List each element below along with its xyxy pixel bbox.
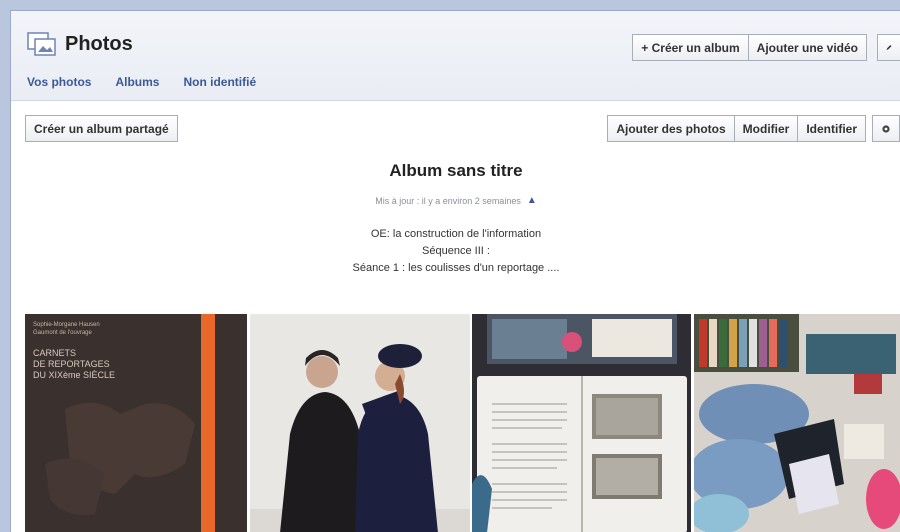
album-description: OE: la construction de l'information Séq… (11, 226, 900, 277)
create-shared-album-button[interactable]: Créer un album partagé (25, 115, 178, 142)
settings-button[interactable] (872, 115, 900, 142)
album-updated: Mis à jour : il y a environ 2 semaines ▲ (11, 195, 900, 206)
tab-untagged[interactable]: Non identifié (183, 75, 256, 89)
photos-icon (27, 32, 56, 56)
page-title: Photos (27, 31, 133, 57)
photos-header: Photos + Créer un album Ajouter une vidé… (11, 11, 900, 101)
add-video-button[interactable]: Ajouter une vidéo (748, 34, 867, 61)
audience-icon[interactable]: ▲ (527, 195, 537, 206)
svg-text:Sophie-Morgane Hausen: Sophie-Morgane Hausen (33, 322, 100, 328)
album-actions: Ajouter des photos Modifier Identifier (607, 115, 900, 142)
album-description-line: Séance 1 : les coulisses d'un reportage … (352, 262, 560, 274)
photos-page: Photos + Créer un album Ajouter une vidé… (10, 10, 900, 532)
album-description-line: Séquence III : (422, 245, 490, 257)
page-title-text: Photos (65, 32, 133, 55)
album-title: Album sans titre (389, 161, 523, 180)
photo-open-notebook[interactable] (472, 314, 691, 532)
album-info: Album sans titre Mis à jour : il y a env… (11, 161, 900, 277)
add-photos-button[interactable]: Ajouter des photos (607, 115, 735, 142)
photo-book-cover[interactable]: Sophie-Morgane Hausen Gaumont de l'ouvra… (25, 314, 247, 532)
edit-button[interactable] (877, 34, 900, 61)
album-updated-text: Mis à jour : il y a environ 2 semaines (375, 195, 521, 206)
album-description-line: OE: la construction de l'information (370, 228, 542, 240)
tag-button[interactable]: Identifier (798, 115, 866, 142)
tab-your-photos[interactable]: Vos photos (27, 75, 91, 89)
photo-grid: Sophie-Morgane Hausen Gaumont de l'ouvra… (25, 314, 900, 532)
pencil-icon (886, 45, 892, 50)
photo-fabrics[interactable] (694, 314, 900, 532)
gear-icon (882, 124, 890, 133)
create-album-button[interactable]: + Créer un album (632, 34, 749, 61)
book-title-line: CARNETS (33, 348, 76, 358)
header-actions: + Créer un album Ajouter une vidéo (632, 34, 900, 61)
svg-text:Gaumont de l'ouvrage: Gaumont de l'ouvrage (33, 330, 93, 336)
tab-albums[interactable]: Albums (115, 75, 159, 89)
photo-two-women[interactable] (250, 314, 470, 532)
modify-button[interactable]: Modifier (734, 115, 799, 142)
book-title-line: DU XIXème SIÈCLE (33, 370, 115, 380)
photos-tabs: Vos photos Albums Non identifié (27, 75, 256, 89)
book-title-line: DE REPORTAGES (33, 359, 110, 369)
